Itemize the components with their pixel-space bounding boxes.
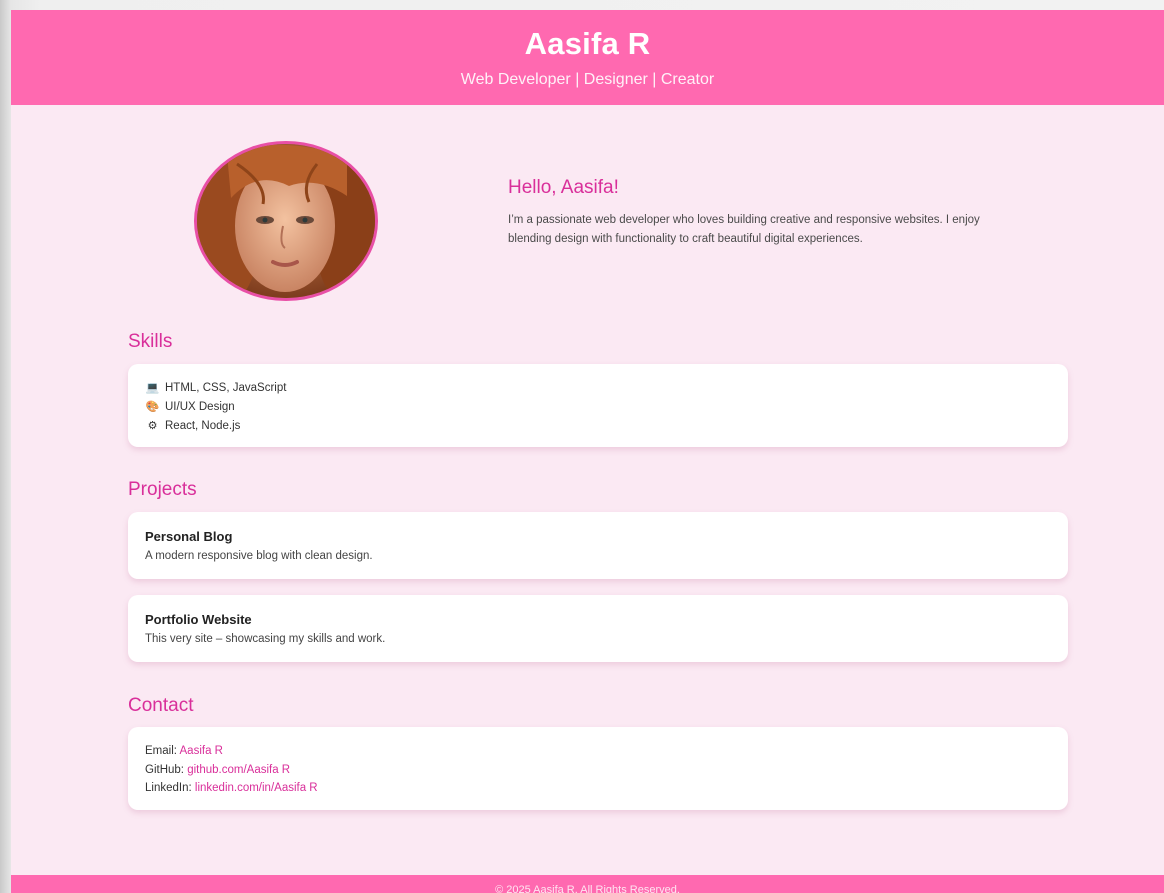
site-tagline: Web Developer | Designer | Creator <box>460 71 715 88</box>
list-item: 💻 HTML, CSS, JavaScript <box>145 379 1051 398</box>
email-link[interactable]: Aasifa R <box>180 745 223 757</box>
site-footer: © 2025 Aasifa R. All Rights Reserved. <box>11 875 1164 893</box>
linkedin-link[interactable]: linkedin.com/in/Aasifa R <box>195 782 318 794</box>
projects-heading: Projects <box>128 479 197 500</box>
skills-heading: Skills <box>128 331 173 352</box>
project-title: Portfolio Website <box>145 612 252 627</box>
contact-heading: Contact <box>128 695 194 716</box>
project-card[interactable]: Personal Blog A modern responsive blog w… <box>128 512 1068 579</box>
skill-label: React, Node.js <box>165 420 241 432</box>
portfolio-page: Aasifa R Web Developer | Designer | Crea… <box>11 10 1164 893</box>
linkedin-label: LinkedIn: <box>145 782 192 794</box>
project-title: Personal Blog <box>145 529 233 544</box>
intro-paragraph: I’m a passionate web developer who loves… <box>508 214 980 245</box>
list-item: 🎨 UI/UX Design <box>145 398 1051 417</box>
skill-label: HTML, CSS, JavaScript <box>165 382 287 394</box>
gear-icon: ⚙ <box>147 420 158 432</box>
contact-card: Email: Aasifa R GitHub: github.com/Aasif… <box>128 727 1068 810</box>
github-link[interactable]: github.com/Aasifa R <box>187 764 290 776</box>
site-header: Aasifa R Web Developer | Designer | Crea… <box>11 10 1164 105</box>
list-item: ⚙ React, Node.js <box>145 417 1051 436</box>
skill-label: UI/UX Design <box>165 401 235 413</box>
contact-linkedin-row: LinkedIn: linkedin.com/in/Aasifa R <box>145 779 1051 798</box>
project-description: A modern responsive blog with clean desi… <box>145 550 373 562</box>
contact-email-row: Email: Aasifa R <box>145 742 1051 761</box>
intro-heading: Hello, Aasifa! <box>508 177 619 198</box>
footer-text: © 2025 Aasifa R. All Rights Reserved. <box>495 884 680 893</box>
palette-icon: 🎨 <box>145 401 160 413</box>
skills-card: 💻 HTML, CSS, JavaScript 🎨 UI/UX Design ⚙ Re… <box>128 364 1068 447</box>
laptop-icon: 💻 <box>145 382 160 394</box>
github-label: GitHub: <box>145 763 184 776</box>
email-label: Email: <box>145 745 177 757</box>
project-card[interactable]: Portfolio Website This very site – showc… <box>128 595 1068 662</box>
site-title: Aasifa R <box>524 26 651 61</box>
profile-photo <box>194 141 378 301</box>
contact-github-row: GitHub: github.com/Aasifa R <box>145 761 1051 780</box>
project-description: This very site – showcasing my skills an… <box>145 633 386 645</box>
